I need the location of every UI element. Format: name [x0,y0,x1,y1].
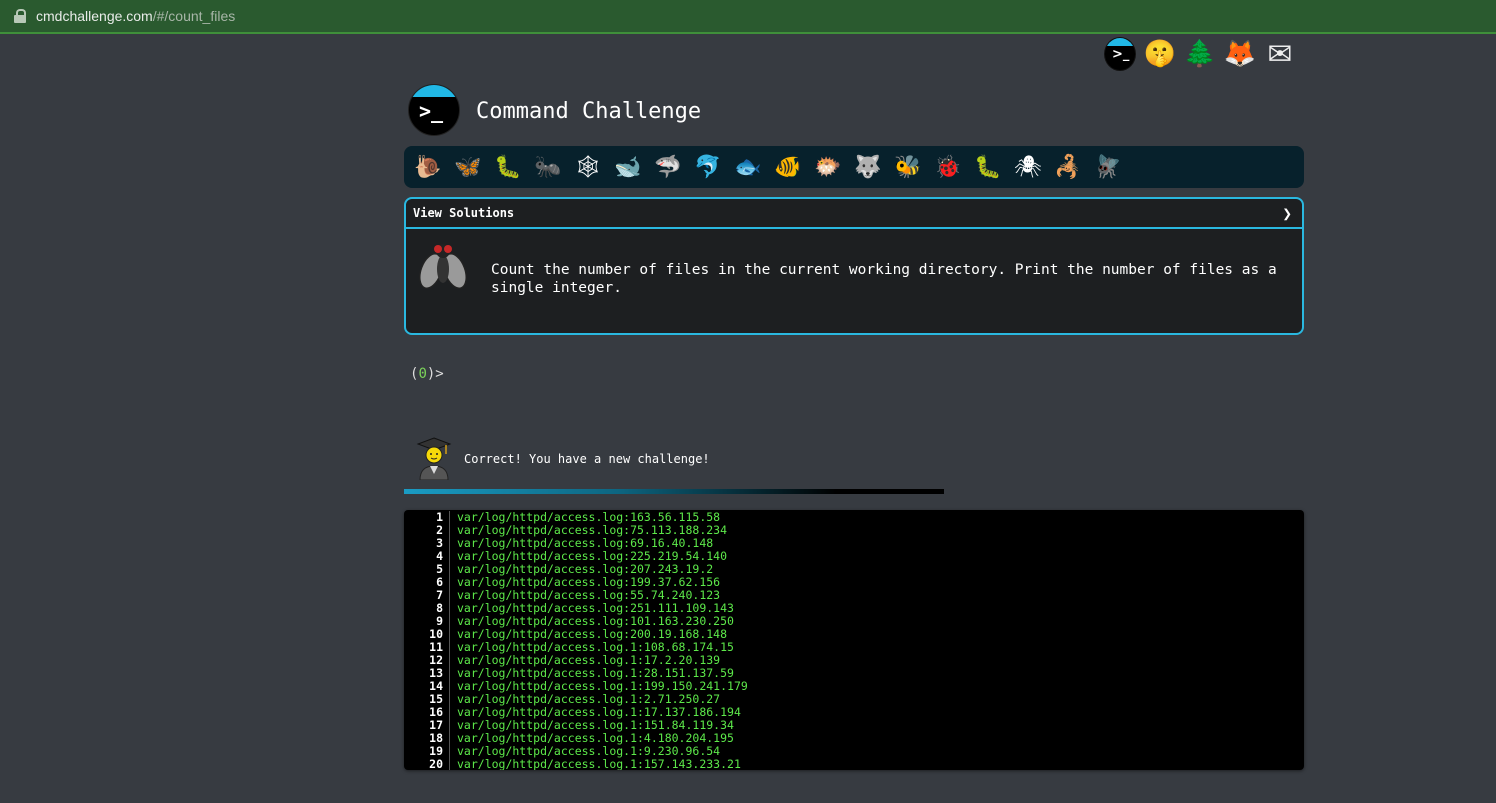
spider-icon[interactable]: 🕷 [1012,151,1044,183]
page-title: Command Challenge [476,99,702,124]
line-number: 14 [404,680,450,693]
line-text: var/log/httpd/access.log.1:157.143.233.2… [457,757,741,771]
chevron-right-icon[interactable]: ❯ [1282,204,1292,223]
view-solutions-header[interactable]: View Solutions ❯ [406,199,1302,229]
tree-icon[interactable]: 🌲 [1184,38,1216,70]
line-number: 10 [404,628,450,641]
blowfish-icon[interactable]: 🐡 [812,151,844,183]
ant-icon[interactable]: 🐜 [532,151,564,183]
line-number: 9 [404,615,450,628]
mail-icon[interactable]: ✉ [1264,37,1296,72]
challenge-nav-bar: 🐌 🦋 🐛 🐜 🕸 🐋 🦈 🐬 🐟 🐠 🐡 🐺 🐝 🐞 🐛 🕷 🦂 🪰 [404,146,1304,188]
graduate-icon [416,437,452,480]
line-number: 7 [404,589,450,602]
terminal-output[interactable]: 1 var/log/httpd/access.log:163.56.115.58 2… [404,510,1304,770]
app-logo-icon[interactable]: >_ [408,84,460,136]
gitlab-icon[interactable]: 🦊 [1224,38,1256,70]
line-number: 3 [404,537,450,550]
terminal-logo-icon[interactable]: >_ [1104,37,1136,71]
snail-icon[interactable]: 🐌 [412,151,444,183]
line-number: 12 [404,654,450,667]
shushing-face-icon[interactable]: 🤫 [1144,38,1176,70]
ladybug-icon[interactable]: 🐞 [932,151,964,183]
line-number: 18 [404,732,450,745]
line-number: 15 [404,693,450,706]
line-number: 13 [404,667,450,680]
line-number: 16 [404,706,450,719]
caterpillar-icon[interactable]: 🐛 [492,151,524,183]
line-number: 4 [404,550,450,563]
line-number: 5 [404,563,450,576]
prompt-close: )> [426,366,444,382]
fish-icon[interactable]: 🐟 [732,151,764,183]
line-number: 6 [404,576,450,589]
lock-icon[interactable] [14,9,26,23]
line-number: 2 [404,524,450,537]
top-icon-bar: >_ 🤫 🌲 🦊 ✉ [1104,37,1296,72]
output-line: 20 var/log/httpd/access.log.1:157.143.233… [404,758,1304,770]
line-number: 1 [404,511,450,524]
command-prompt[interactable]: (0)> [410,366,444,382]
url-domain: cmdchallenge.com [36,8,153,24]
bee-icon[interactable]: 🐝 [892,151,924,183]
view-solutions-label: View Solutions [413,206,515,220]
butterfly-icon[interactable]: 🦋 [452,151,484,183]
fly-icon[interactable]: 🪰 [1092,151,1124,183]
shark-icon[interactable]: 🦈 [652,151,684,183]
progress-bar [404,489,944,494]
wolf-icon[interactable]: 🐺 [852,151,884,183]
challenge-description: Count the number of files in the current… [491,262,1277,296]
url-path: /#/count_files [152,8,236,24]
fly-icon [419,244,467,290]
dolphin-icon[interactable]: 🐬 [692,151,724,183]
whale-icon[interactable]: 🐋 [612,151,644,183]
url-text[interactable]: cmdchallenge.com/#/count_files [36,8,235,24]
line-number: 17 [404,719,450,732]
line-number: 19 [404,745,450,758]
line-number: 11 [404,641,450,654]
scorpion-icon[interactable]: 🦂 [1052,151,1084,183]
address-bar[interactable]: cmdchallenge.com/#/count_files [0,0,1496,34]
line-number: 20 [404,758,450,770]
challenge-panel: View Solutions ❯ Count the number of fil… [404,197,1304,335]
spider-web-icon[interactable]: 🕸 [572,151,604,183]
prompt-count: 0 [418,366,427,382]
success-message: Correct! You have a new challenge! [464,452,710,466]
line-number: 8 [404,602,450,615]
tropical-fish-icon[interactable]: 🐠 [772,151,804,183]
worm-icon[interactable]: 🐛 [972,151,1004,183]
